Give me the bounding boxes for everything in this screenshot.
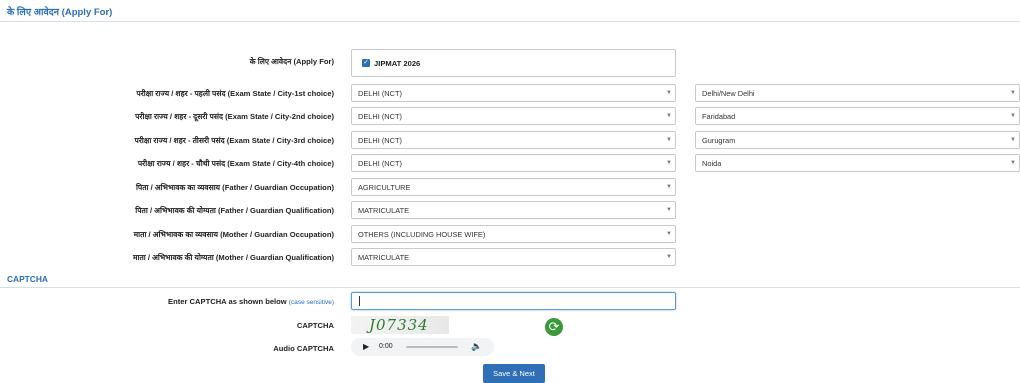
play-icon[interactable]: ▶ (363, 342, 369, 351)
mother-qualification-select[interactable]: MATRICULATE ▼ (351, 248, 676, 266)
audio-progress-track[interactable] (406, 346, 458, 348)
text-cursor (359, 296, 360, 306)
chevron-down-icon: ▼ (666, 207, 672, 213)
mother-occupation-value: OTHERS (INCLUDING HOUSE WIFE) (358, 230, 486, 239)
father-occupation-select[interactable]: AGRICULTURE ▼ (351, 178, 676, 196)
apply-for-label: के लिए आवेदन (Apply For) (249, 57, 334, 66)
city-select-4[interactable]: Noida ▼ (695, 154, 1020, 172)
audio-captcha-player[interactable]: ▶ 0:00 🔈 (351, 338, 494, 356)
father-qualification-value: MATRICULATE (358, 206, 410, 215)
mother-qualification-label: माता / अभिभावक की योग्यता (Mother / Guar… (132, 253, 334, 262)
captcha-image: J07334 (351, 316, 449, 334)
chevron-down-icon: ▼ (1010, 90, 1016, 96)
chevron-down-icon: ▼ (666, 160, 672, 166)
father-occupation-value: AGRICULTURE (358, 183, 411, 192)
state-select-1-value: DELHI (NCT) (358, 89, 402, 98)
city-select-1[interactable]: Delhi/New Delhi ▼ (695, 84, 1020, 102)
captcha-enter-label: Enter CAPTCHA as shown below (case sensi… (168, 297, 334, 306)
captcha-enter-text: Enter CAPTCHA as shown below (168, 297, 287, 306)
chevron-down-icon: ▼ (666, 137, 672, 143)
city-choice-3-label: परीक्षा राज्य / शहर - तीसरी पसंद (Exam S… (134, 136, 335, 145)
jipmat-checkbox-label[interactable]: JIPMAT 2026 (374, 59, 420, 68)
city-select-2-value: Faridabad (702, 112, 736, 121)
case-sensitive-note: (case sensitive) (288, 299, 334, 306)
chevron-down-icon: ▼ (666, 113, 672, 119)
volume-icon[interactable]: 🔈 (471, 341, 482, 352)
audio-captcha-label: Audio CAPTCHA (273, 344, 334, 353)
captcha-image-text: J07334 (369, 316, 429, 334)
mother-occupation-label: माता / अभिभावक का व्यवसाय (Mother / Guar… (133, 230, 334, 239)
father-occupation-label: पिता / अभिभावक का व्यवसाय (Father / Guar… (135, 183, 334, 192)
city-choice-2-label: परीक्षा राज्य / शहर - दूसरी पसंद (Exam S… (135, 112, 334, 121)
father-qualification-select[interactable]: MATRICULATE ▼ (351, 201, 676, 219)
apply-for-box: ✓ JIPMAT 2026 (351, 49, 676, 77)
city-choice-4-label: परीक्षा राज्य / शहर - चौथी पसंद (Exam St… (137, 159, 334, 168)
state-select-2-value: DELHI (NCT) (358, 112, 402, 121)
audio-time: 0:00 (379, 343, 393, 350)
chevron-down-icon: ▼ (666, 254, 672, 260)
mother-occupation-select[interactable]: OTHERS (INCLUDING HOUSE WIFE) ▼ (351, 225, 676, 243)
state-select-3-value: DELHI (NCT) (358, 136, 402, 145)
save-next-button[interactable]: Save & Next (483, 364, 545, 383)
chevron-down-icon: ▼ (1010, 160, 1016, 166)
city-choice-1-label: परीक्षा राज्य / शहर - पहली पसंद (Exam St… (136, 89, 334, 98)
chevron-down-icon: ▼ (666, 231, 672, 237)
chevron-down-icon: ▼ (666, 184, 672, 190)
city-select-3-value: Gurugram (702, 136, 736, 145)
captcha-section-header: CAPTCHA (0, 271, 1020, 288)
state-select-4[interactable]: DELHI (NCT) ▼ (351, 154, 676, 172)
state-select-4-value: DELHI (NCT) (358, 159, 402, 168)
city-select-2[interactable]: Faridabad ▼ (695, 107, 1020, 125)
section-header: के लिए आवेदन (Apply For) (0, 0, 1020, 22)
state-select-2[interactable]: DELHI (NCT) ▼ (351, 107, 676, 125)
state-select-3[interactable]: DELHI (NCT) ▼ (351, 131, 676, 149)
refresh-icon[interactable]: ⟳ (545, 318, 563, 336)
city-select-3[interactable]: Gurugram ▼ (695, 131, 1020, 149)
chevron-down-icon: ▼ (1010, 137, 1016, 143)
city-select-4-value: Noida (702, 159, 722, 168)
mother-qualification-value: MATRICULATE (358, 253, 410, 262)
captcha-image-label: CAPTCHA (296, 321, 334, 330)
section-title: के लिए आवेदन (Apply For) (7, 7, 113, 18)
state-select-1[interactable]: DELHI (NCT) ▼ (351, 84, 676, 102)
city-select-1-value: Delhi/New Delhi (702, 89, 755, 98)
jipmat-checkbox[interactable]: ✓ (362, 59, 370, 67)
chevron-down-icon: ▼ (666, 90, 672, 96)
father-qualification-label: पिता / अभिभावक की योग्यता (Father / Guar… (135, 206, 334, 215)
captcha-input[interactable] (351, 292, 676, 310)
captcha-heading: CAPTCHA (7, 274, 48, 284)
chevron-down-icon: ▼ (1010, 113, 1016, 119)
